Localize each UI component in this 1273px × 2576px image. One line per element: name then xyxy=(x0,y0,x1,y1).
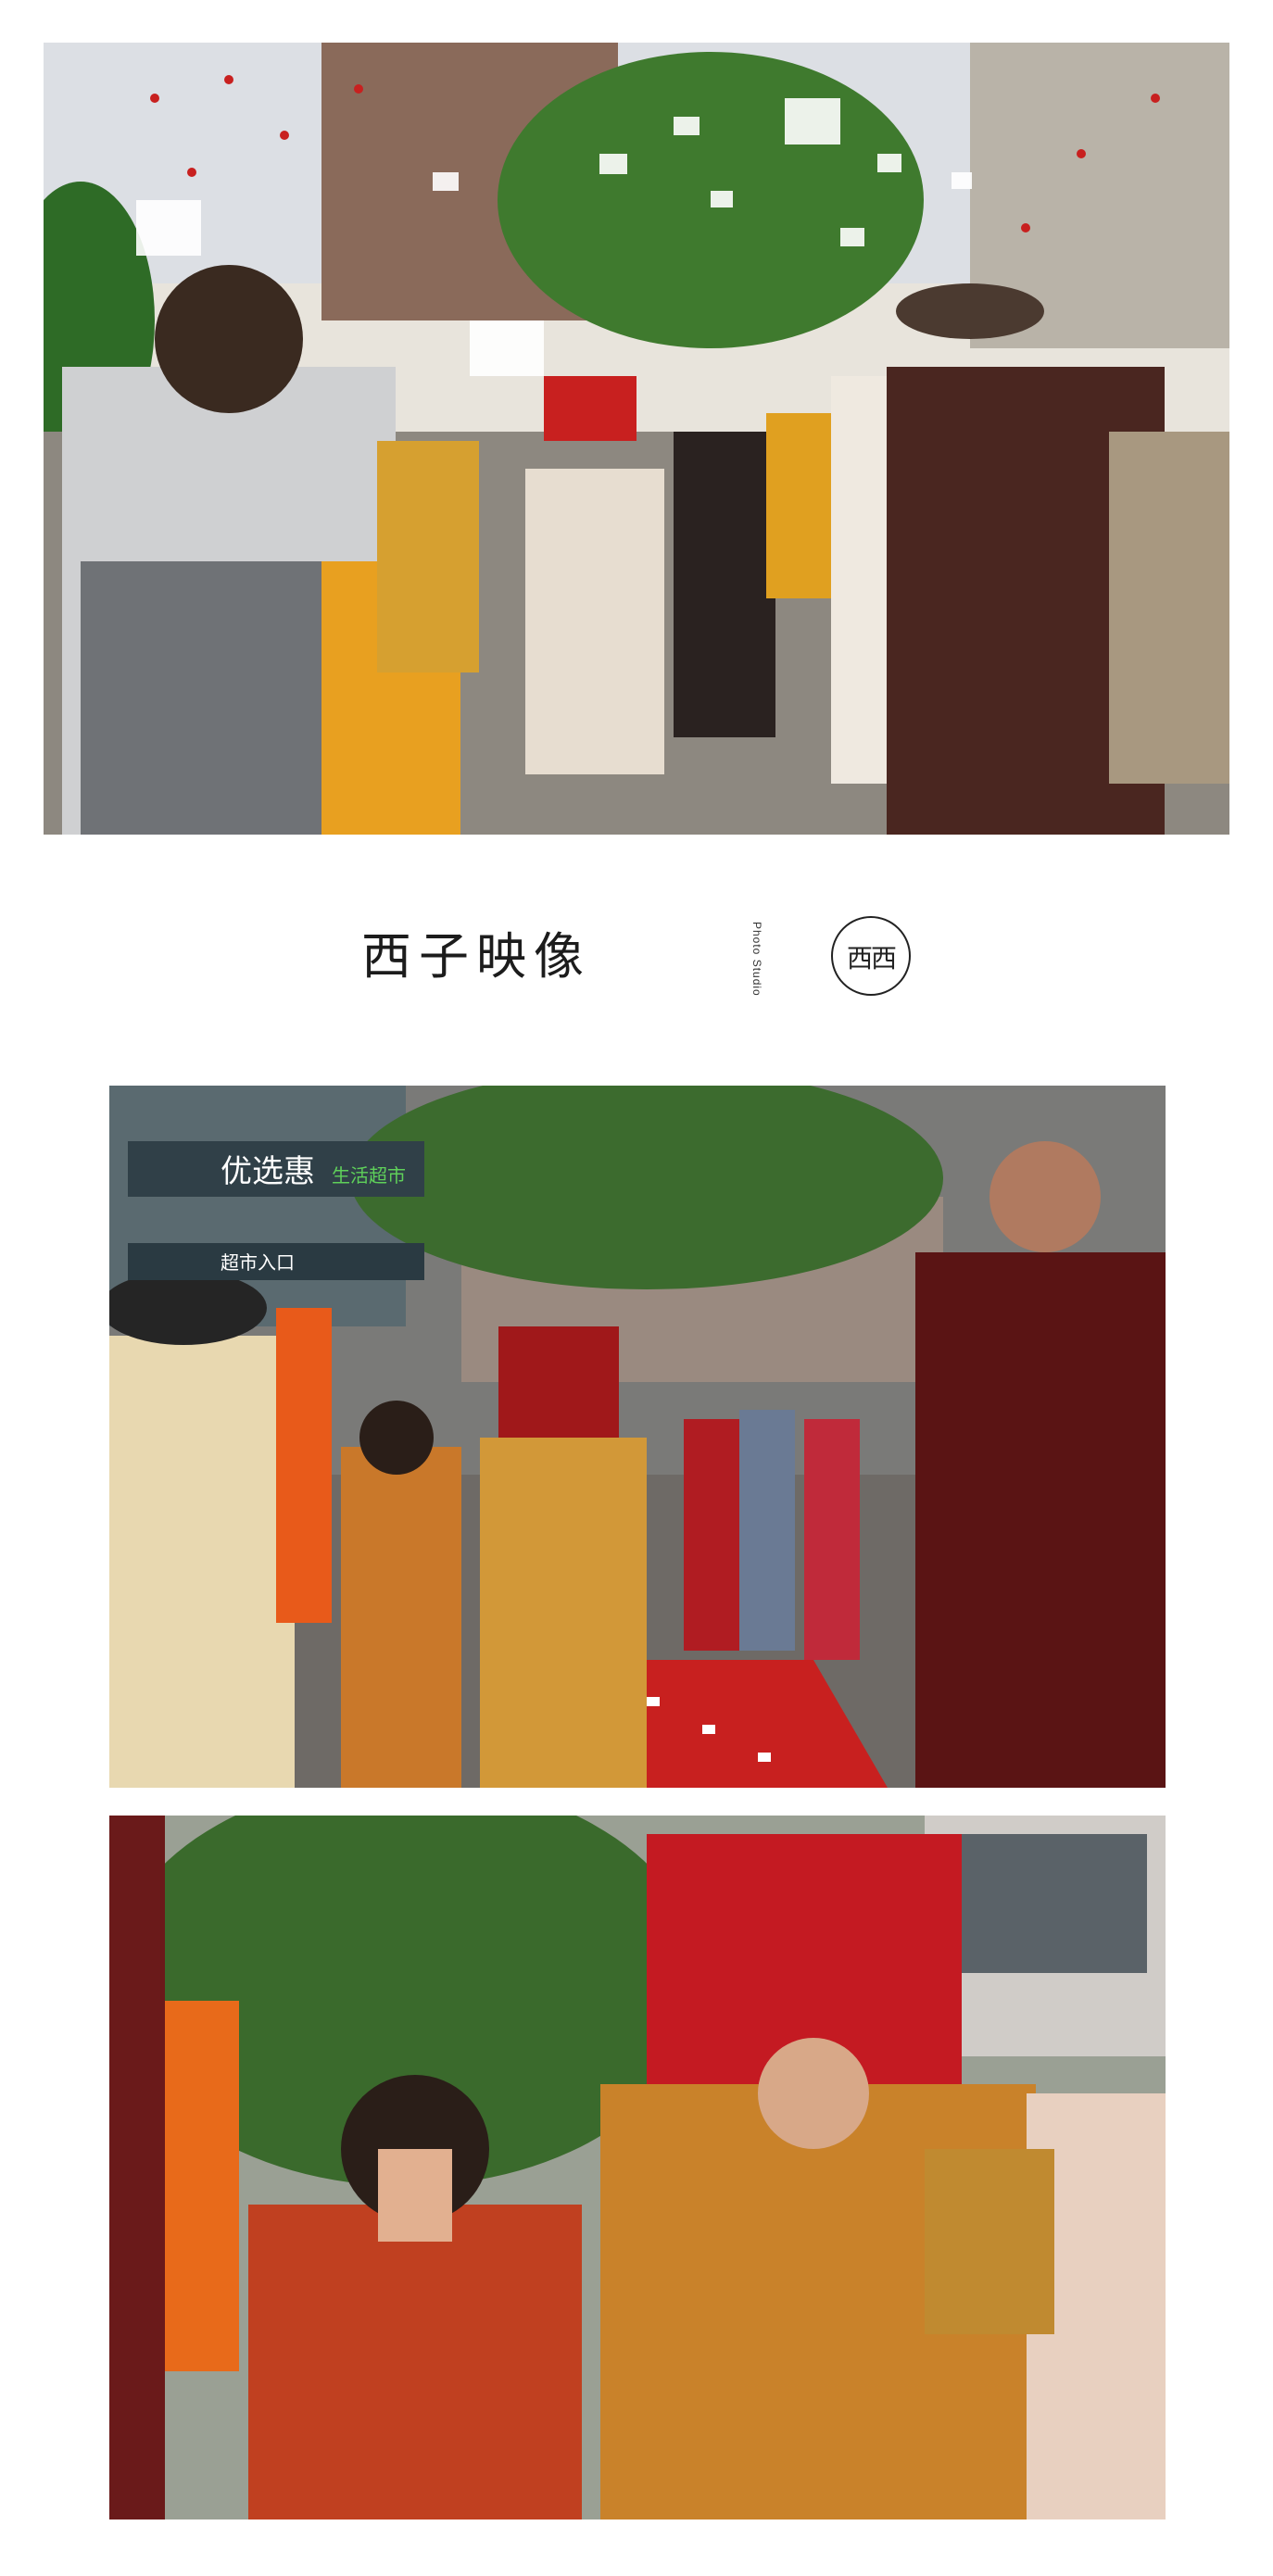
photo-procession xyxy=(44,43,1229,835)
photo-blessing xyxy=(109,1816,1166,2519)
brand-seal-text: 西西 xyxy=(846,943,897,974)
store-sign-text: 优选惠 xyxy=(221,1153,315,1190)
store-sign-sub-text: 生活超市 xyxy=(332,1164,406,1187)
brand-seal-logo: 西西 xyxy=(831,916,911,996)
brand-name: 西子映像 xyxy=(361,927,591,986)
store-entrance-text: 超市入口 xyxy=(221,1251,295,1274)
brand-bar: 西子映像 Photo Studio 西西 xyxy=(0,903,1273,1024)
photo-greeting: 优选惠 生活超市 超市入口 xyxy=(109,1086,1166,1788)
brand-subtitle: Photo Studio xyxy=(750,922,763,997)
